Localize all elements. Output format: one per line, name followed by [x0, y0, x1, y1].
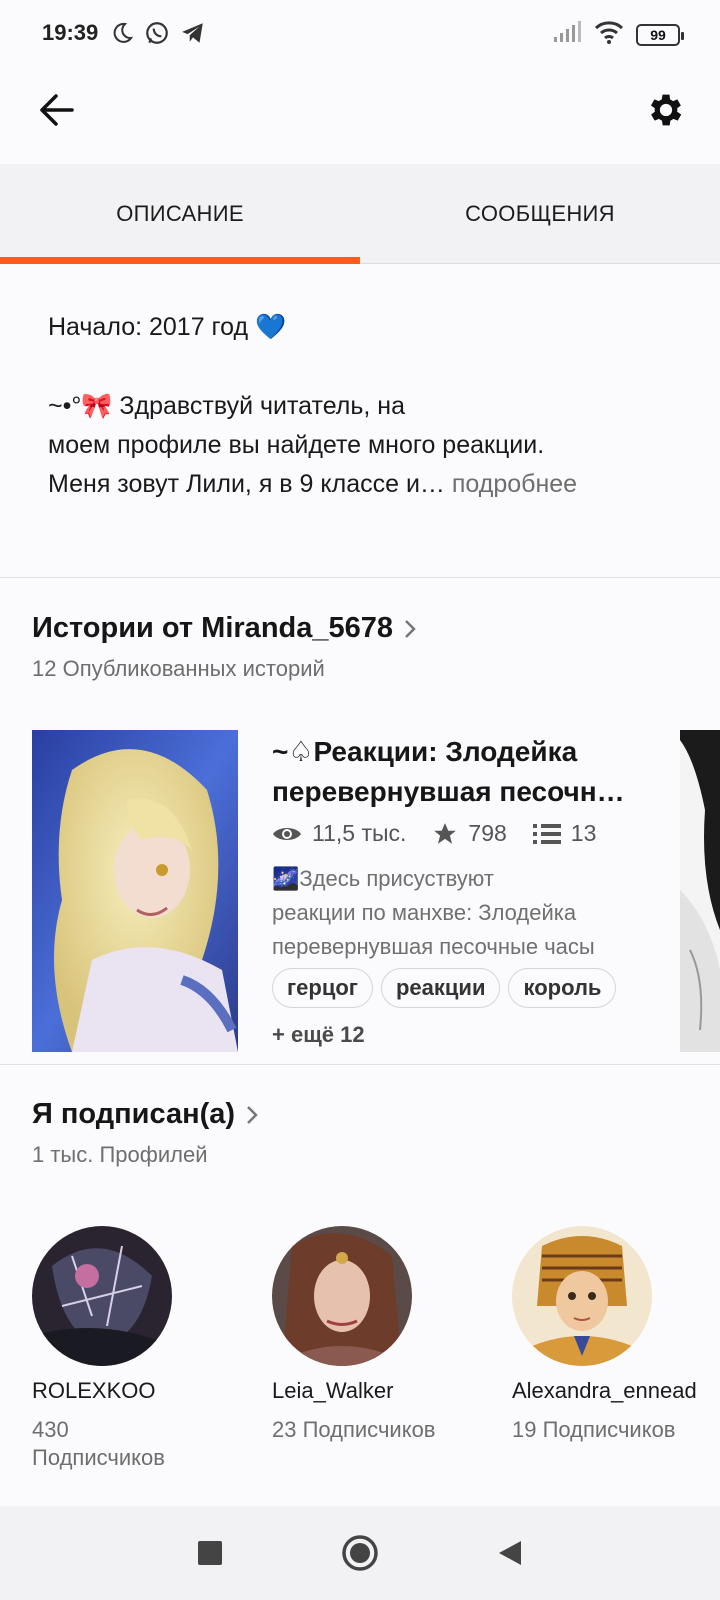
square-icon	[198, 1541, 222, 1565]
back-button[interactable]	[34, 88, 78, 132]
gear-icon	[650, 94, 682, 126]
tag-chip[interactable]: король	[508, 968, 617, 1008]
settings-button[interactable]	[642, 86, 690, 134]
arrow-left-icon	[40, 94, 74, 126]
read-more-link[interactable]: подробнее	[445, 470, 577, 498]
app-bar	[0, 70, 720, 164]
profile-card[interactable]: Alexandra_ennead 19 Подписчиков	[512, 1226, 720, 1444]
home-button[interactable]	[340, 1533, 380, 1573]
story-title[interactable]: ~♤Реакции: Злодейка перевернувшая песочн…	[272, 732, 642, 812]
list-icon	[532, 823, 561, 844]
following-count: 1 тыс. Профилей	[32, 1142, 208, 1167]
divider	[0, 1064, 720, 1065]
profile-name: Leia_Walker	[272, 1378, 394, 1403]
home-circle-icon	[342, 1535, 378, 1571]
tag-chip[interactable]: реакции	[380, 968, 501, 1008]
story-tags: герцог реакции король	[272, 968, 617, 1008]
telegram-icon	[180, 20, 206, 51]
profile-followers: 23 Подписчиков	[272, 1417, 436, 1442]
profile-followers: 430 Подписчиков	[32, 1417, 165, 1470]
profile-followers: 19 Подписчиков	[512, 1417, 676, 1442]
description-line: моем профиле вы найдете много реакции.	[48, 431, 545, 459]
stories-section-title[interactable]: Истории от Miranda_5678	[32, 612, 417, 645]
parts-stat: 13	[532, 820, 596, 847]
profile-description[interactable]: Начало: 2017 год 💙 ~•°🎀 Здравствуй читат…	[48, 308, 688, 504]
chevron-right-icon	[245, 1104, 259, 1126]
tab-description[interactable]: ОПИСАНИЕ	[0, 164, 360, 264]
star-icon	[434, 822, 457, 844]
votes-stat: 798	[432, 820, 507, 847]
story-description: 🌌Здесь присуствуют реакции по манхве: Зл…	[272, 866, 595, 959]
story-stats: 11,5 тыс. 798 13	[272, 820, 596, 847]
description-line: Меня зовут Лили, я в 9 классе и… подробн…	[48, 470, 578, 498]
views-stat: 11,5 тыс.	[272, 820, 406, 847]
eye-icon	[273, 827, 301, 840]
following-section-title[interactable]: Я подписан(а)	[32, 1098, 259, 1131]
next-story-cover-image[interactable]	[680, 730, 720, 1052]
story-cover-image[interactable]	[32, 730, 238, 1052]
triangle-back-icon	[499, 1541, 521, 1565]
profile-tabs: ОПИСАНИЕ СООБЩЕНИЯ	[0, 164, 720, 264]
stories-count: 12 Опубликованных историй	[32, 656, 325, 681]
back-nav-button[interactable]	[490, 1533, 530, 1573]
profile-card[interactable]: ROLEXKOO 430 Подписчиков	[32, 1226, 262, 1472]
chevron-right-icon	[403, 618, 417, 640]
divider	[0, 577, 720, 578]
status-time: 19:39	[42, 20, 99, 45]
moon-icon	[110, 21, 134, 50]
tag-chip[interactable]: герцог	[272, 968, 373, 1008]
signal-icon	[552, 21, 582, 48]
more-tags-link[interactable]: + ещё 12	[272, 1022, 365, 1048]
battery-indicator: 99	[636, 23, 684, 46]
system-nav-bar	[0, 1506, 720, 1600]
avatar[interactable]	[32, 1226, 172, 1366]
description-line: Начало: 2017 год 💙	[48, 313, 287, 341]
profile-card[interactable]: Leia_Walker 23 Подписчиков	[272, 1226, 502, 1444]
wifi-icon	[594, 20, 624, 49]
status-bar: 19:39 99	[0, 0, 720, 70]
profile-name: ROLEXKOO	[32, 1378, 156, 1403]
recents-button[interactable]	[190, 1533, 230, 1573]
profile-name: Alexandra_ennead	[512, 1378, 697, 1403]
whatsapp-icon	[144, 20, 170, 51]
avatar[interactable]	[272, 1226, 412, 1366]
tab-messages[interactable]: СООБЩЕНИЯ	[360, 164, 720, 263]
description-line: ~•°🎀 Здравствуй читатель, на	[48, 392, 405, 420]
avatar[interactable]	[512, 1226, 652, 1366]
